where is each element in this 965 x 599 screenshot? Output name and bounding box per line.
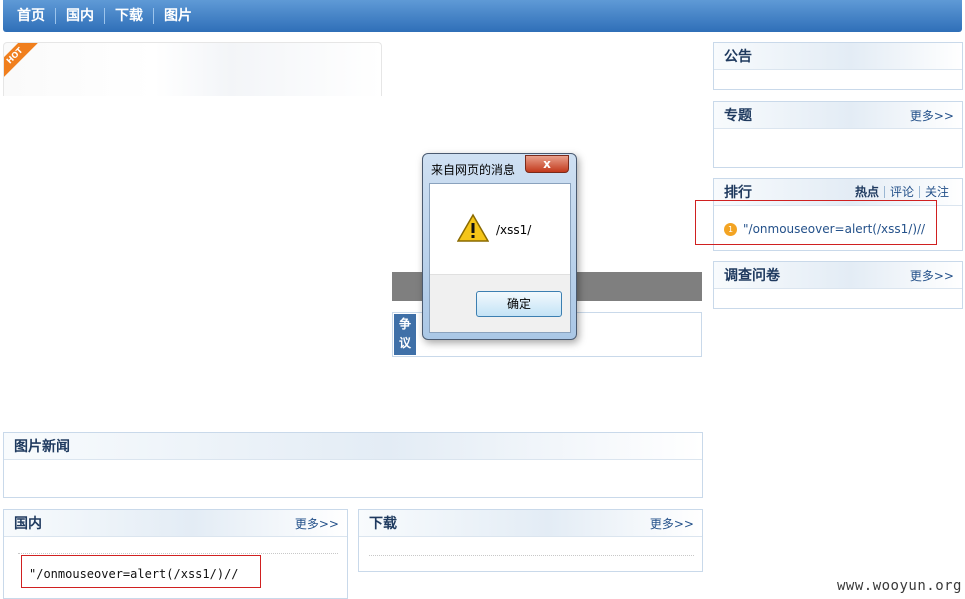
tab-hot[interactable]: 热点 [850, 186, 884, 198]
watermark: www.wooyun.org [836, 578, 962, 594]
warning-icon [456, 213, 490, 246]
tab-follow[interactable]: 关注 [918, 186, 954, 198]
alert-dialog: 来自网页的消息 x /xss1/ 确定 [422, 153, 577, 340]
ranking-title: 排行 [724, 185, 752, 201]
announcement-title: 公告 [724, 49, 752, 65]
nav-download[interactable]: 下载 [115, 8, 154, 24]
top-nav: 首页 国内 下载 图片 [3, 0, 962, 32]
topics-header: 专题 更多>> [714, 102, 962, 129]
dialog-body: /xss1/ 确定 [429, 183, 571, 333]
announcement-panel: 公告 [713, 42, 963, 90]
tab-comments[interactable]: 评论 [883, 186, 919, 198]
photo-news-header: 图片新闻 [4, 433, 702, 460]
dispute-tag: 争议 [394, 314, 416, 355]
topics-more-link[interactable]: 更多>> [910, 107, 954, 124]
hot-box: HOT [3, 42, 382, 96]
survey-header: 调查问卷 更多>> [714, 262, 962, 289]
close-button[interactable]: x [525, 155, 569, 173]
domestic-more-link[interactable]: 更多>> [295, 515, 339, 532]
topics-panel: 专题 更多>> [713, 101, 963, 168]
nav-domestic[interactable]: 国内 [66, 8, 105, 24]
domestic-header: 国内 更多>> [4, 510, 347, 537]
download-header: 下载 更多>> [359, 510, 702, 537]
ranking-tabs: 热点 评论 关注 [850, 186, 954, 198]
photo-news-panel: 图片新闻 [3, 432, 703, 498]
highlight-box-ranking [695, 200, 937, 245]
highlight-box-domestic [21, 555, 261, 588]
survey-title: 调查问卷 [724, 268, 780, 284]
survey-panel: 调查问卷 更多>> [713, 261, 963, 309]
download-panel: 下载 更多>> [358, 509, 703, 572]
photo-news-title: 图片新闻 [14, 439, 70, 455]
dialog-message: /xss1/ [496, 223, 532, 237]
download-title: 下载 [369, 516, 397, 532]
ok-button[interactable]: 确定 [476, 291, 562, 317]
nav-home[interactable]: 首页 [17, 8, 56, 24]
divider [18, 553, 338, 554]
survey-more-link[interactable]: 更多>> [910, 267, 954, 284]
divider [369, 555, 694, 556]
topics-title: 专题 [724, 108, 752, 124]
download-more-link[interactable]: 更多>> [650, 515, 694, 532]
dialog-footer: 确定 [430, 274, 570, 332]
nav-pictures[interactable]: 图片 [164, 8, 202, 24]
dialog-title: 来自网页的消息 [431, 163, 516, 177]
hot-ribbon: HOT [4, 43, 38, 79]
domestic-title: 国内 [14, 516, 42, 532]
announcement-header: 公告 [714, 43, 962, 70]
